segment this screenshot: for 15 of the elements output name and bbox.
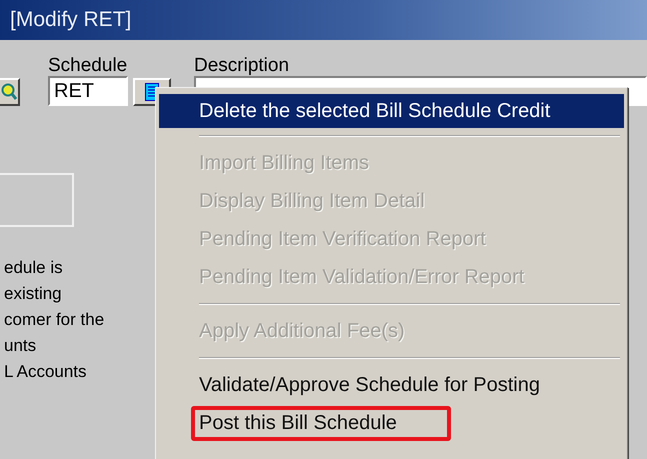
magnifier-icon [1,83,17,101]
menu-item[interactable]: Post this Bill Schedule [159,404,624,442]
menu-item[interactable]: Delete the selected Bill Schedule Credit [159,94,624,128]
search-button[interactable] [0,78,20,106]
panel-text: L Accounts [4,361,87,383]
panel-text: unts [4,335,36,357]
schedule-label: Schedule [48,56,128,76]
menu-item[interactable]: Validate/Approve Schedule for Posting [159,366,624,404]
panel-text: comer for the [4,309,104,331]
panel-text: existing [4,283,62,305]
window-title: [Modify RET] [10,8,132,32]
schedule-field[interactable]: RET [48,76,128,106]
description-label: Description [194,56,290,76]
panel-text: edule is [4,257,63,279]
highlighted-menu-text: Post this Bill Schedule [191,406,451,440]
